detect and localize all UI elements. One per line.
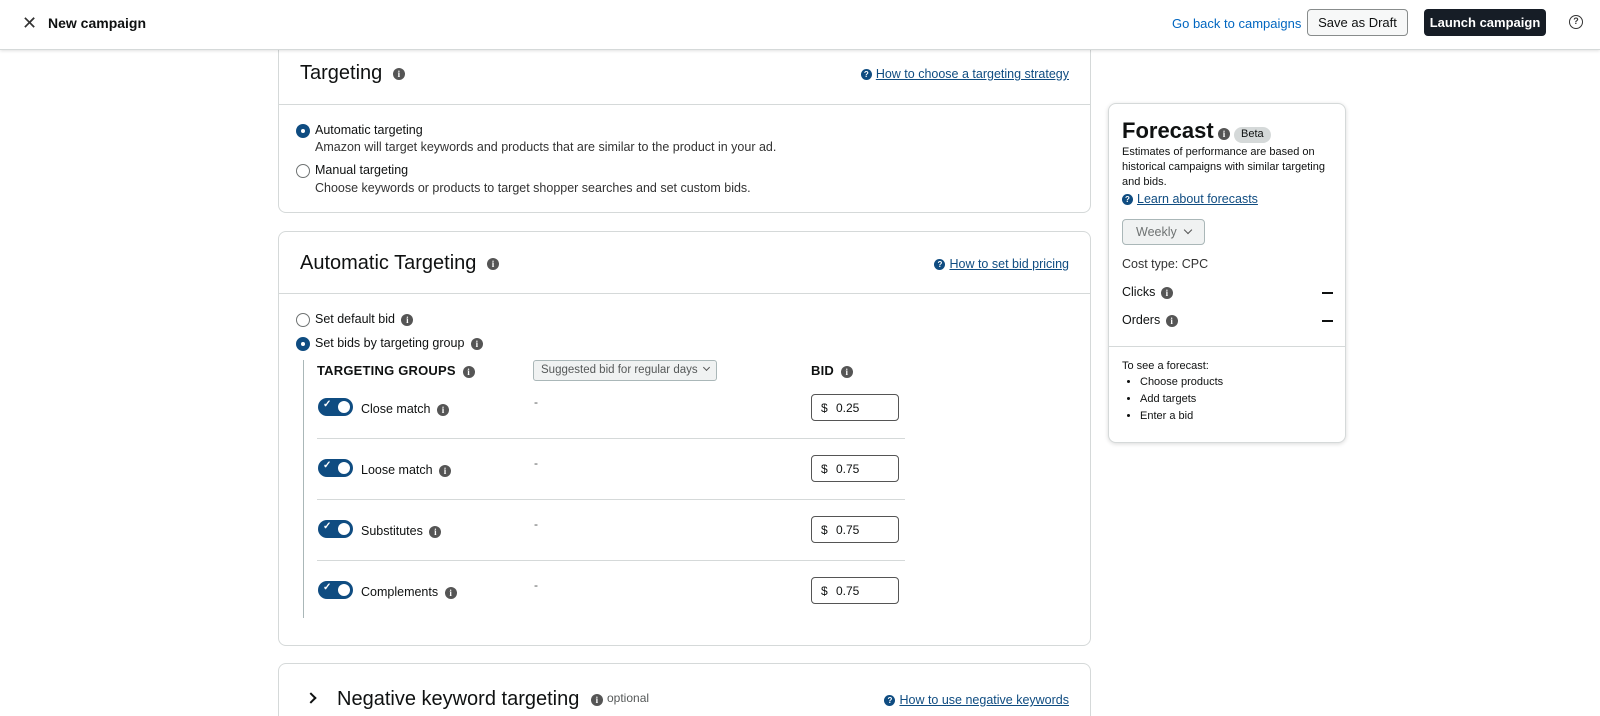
- close-match-toggle[interactable]: ✓: [318, 398, 353, 416]
- substitutes-label: Substitutes i: [361, 524, 442, 538]
- info-icon[interactable]: i: [436, 403, 449, 416]
- info-icon[interactable]: i: [429, 525, 442, 538]
- check-icon: ✓: [323, 521, 332, 532]
- automatic-targeting-header: Automatic Targeting i ? How to set bid pr…: [279, 232, 1090, 294]
- loose-match-bid-input[interactable]: $0.75: [811, 455, 899, 482]
- complements-label: Complements i: [361, 585, 457, 599]
- list-item: Choose products: [1140, 374, 1223, 391]
- substitutes-bid-input[interactable]: $0.75: [811, 516, 899, 543]
- automatic-targeting-description: Amazon will target keywords and products…: [315, 140, 777, 154]
- bid-pricing-help-link[interactable]: ? How to set bid pricing: [934, 257, 1069, 271]
- list-item: Enter a bid: [1140, 408, 1223, 425]
- question-icon: ?: [884, 695, 896, 707]
- forecast-hint-title: To see a forecast:: [1122, 360, 1209, 372]
- targeting-strategy-help-link[interactable]: ? How to choose a targeting strategy: [860, 67, 1069, 81]
- save-draft-button[interactable]: Save as Draft: [1307, 9, 1408, 36]
- close-icon[interactable]: ✕: [22, 13, 37, 33]
- info-icon[interactable]: i: [1165, 314, 1178, 327]
- info-icon[interactable]: i: [1160, 286, 1173, 299]
- loose-match-toggle[interactable]: ✓: [318, 459, 353, 477]
- close-match-label: Close match i: [361, 402, 449, 416]
- question-icon: ?: [1122, 194, 1133, 206]
- cost-type: Cost type: CPC: [1122, 257, 1209, 271]
- forecast-divider: [1109, 346, 1345, 347]
- orders-label: Orders i: [1122, 313, 1178, 327]
- default-bid-radio[interactable]: [296, 313, 310, 327]
- close-match-suggested: -: [534, 395, 538, 409]
- targeting-title: Targeting i: [300, 62, 405, 85]
- question-icon: ?: [934, 259, 946, 271]
- clicks-value-dash: [1322, 292, 1333, 294]
- forecast-title: Forecast: [1122, 118, 1214, 143]
- info-icon[interactable]: i: [1218, 128, 1230, 140]
- automatic-targeting-card: Automatic Targeting i ? How to set bid pr…: [278, 231, 1091, 646]
- complements-bid-input[interactable]: $0.75: [811, 577, 899, 604]
- default-bid-label: Set default bid i: [315, 312, 414, 326]
- learn-forecasts-link[interactable]: ? Learn about forecasts: [1122, 192, 1258, 206]
- info-icon[interactable]: i: [470, 337, 483, 350]
- chevron-down-icon: [1183, 225, 1193, 235]
- forecast-period-select[interactable]: Weekly: [1122, 219, 1205, 245]
- automatic-targeting-radio[interactable]: [296, 124, 310, 138]
- group-indent-line: [303, 360, 304, 618]
- clicks-label: Clicks i: [1122, 285, 1173, 299]
- bids-by-group-radio[interactable]: [296, 337, 310, 351]
- question-icon: ?: [860, 69, 872, 81]
- targeting-card: Targeting i ? How to choose a targeting s…: [278, 40, 1091, 213]
- info-icon[interactable]: i: [486, 257, 499, 270]
- bid-header: BID i: [811, 363, 853, 378]
- optional-label: optional: [607, 691, 650, 705]
- list-item: Add targets: [1140, 391, 1223, 408]
- info-icon[interactable]: i: [392, 67, 405, 80]
- top-bar: ✕ New campaign Go back to campaigns Save…: [0, 0, 1600, 50]
- negative-keyword-card: Negative keyword targeting i optional ? H…: [278, 663, 1091, 716]
- automatic-targeting-title: Automatic Targeting i: [300, 252, 499, 275]
- substitutes-suggested: -: [534, 517, 538, 531]
- suggested-bid-select[interactable]: Suggested bid for regular days: [533, 360, 717, 381]
- chevron-down-icon: [702, 363, 710, 372]
- beta-badge: Beta: [1234, 127, 1271, 143]
- loose-match-label: Loose match i: [361, 463, 452, 477]
- targeting-groups-header: TARGETING GROUPS i: [317, 363, 475, 378]
- go-back-link[interactable]: Go back to campaigns: [1172, 16, 1301, 31]
- manual-targeting-description: Choose keywords or products to target sh…: [315, 181, 751, 195]
- check-icon: ✓: [323, 582, 332, 593]
- manual-targeting-radio[interactable]: [296, 164, 310, 178]
- forecast-description: Estimates of performance are based on hi…: [1122, 146, 1325, 188]
- negative-keywords-help-link[interactable]: ? How to use negative keywords: [884, 693, 1069, 707]
- check-icon: ✓: [323, 399, 332, 410]
- row-divider: [317, 438, 905, 439]
- complements-suggested: -: [534, 578, 538, 592]
- forecast-card: Forecast i Beta Estimates of performance…: [1108, 103, 1346, 443]
- info-icon[interactable]: i: [439, 464, 452, 477]
- automatic-targeting-label: Automatic targeting: [315, 123, 423, 137]
- close-match-bid-input[interactable]: $0.25: [811, 394, 899, 421]
- manual-targeting-label: Manual targeting: [315, 163, 409, 177]
- row-divider: [317, 499, 905, 500]
- info-icon[interactable]: i: [401, 313, 414, 326]
- orders-value-dash: [1322, 320, 1333, 322]
- info-icon[interactable]: i: [840, 365, 853, 378]
- loose-match-suggested: -: [534, 456, 538, 470]
- question-circle-icon[interactable]: ?: [1569, 15, 1583, 29]
- chevron-right-icon[interactable]: [305, 692, 317, 704]
- launch-campaign-button[interactable]: Launch campaign: [1424, 9, 1546, 36]
- check-icon: ✓: [323, 460, 332, 471]
- complements-toggle[interactable]: ✓: [318, 581, 353, 599]
- substitutes-toggle[interactable]: ✓: [318, 520, 353, 538]
- page-title: New campaign: [48, 15, 147, 31]
- info-icon[interactable]: i: [462, 365, 475, 378]
- bids-by-group-label: Set bids by targeting group i: [315, 336, 483, 350]
- row-divider: [317, 560, 905, 561]
- negative-keyword-title[interactable]: Negative keyword targeting i: [337, 688, 603, 711]
- info-icon[interactable]: i: [590, 693, 603, 706]
- forecast-hint-list: Choose products Add targets Enter a bid: [1122, 374, 1223, 425]
- info-icon[interactable]: i: [444, 586, 457, 599]
